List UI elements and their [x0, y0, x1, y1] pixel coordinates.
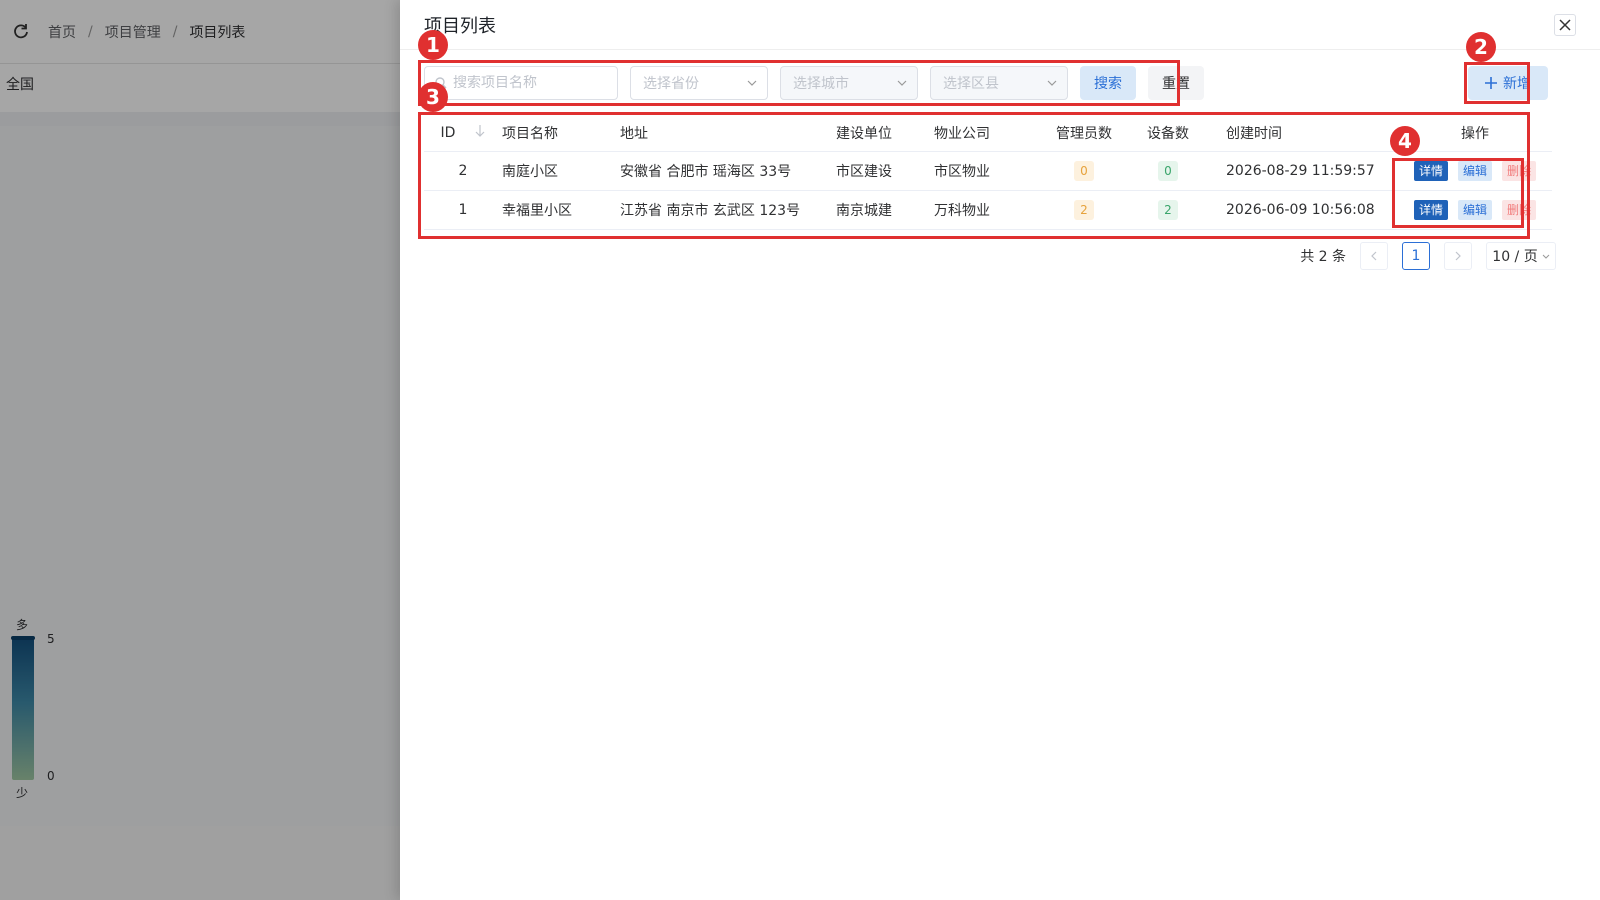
close-icon	[1559, 19, 1571, 31]
annotation-box-filters	[418, 60, 1180, 106]
annotation-marker: 3	[418, 82, 448, 112]
annotation-box-ops	[1392, 158, 1524, 228]
chevron-left-icon	[1371, 251, 1377, 261]
annotation-marker: 4	[1390, 126, 1420, 156]
next-page-button[interactable]	[1444, 242, 1472, 270]
annotation-marker: 1	[418, 30, 448, 60]
page-size-label: 10 / 页	[1492, 249, 1538, 265]
pagination: 共 2 条 1 10 / 页	[1300, 242, 1556, 270]
drawer-header: 项目列表	[400, 0, 1600, 50]
chevron-down-icon	[1542, 254, 1550, 259]
prev-page-button[interactable]	[1360, 242, 1388, 270]
chevron-right-icon	[1455, 251, 1461, 261]
page-size-select[interactable]: 10 / 页	[1486, 242, 1556, 270]
total-count: 共 2 条	[1300, 249, 1346, 265]
project-list-drawer: 项目列表 选择省份 选择城市 选择区县 搜索 重置 新增 ID 项目名	[400, 0, 1600, 900]
close-button[interactable]	[1554, 14, 1576, 36]
annotation-box-table	[418, 112, 1530, 239]
page-number[interactable]: 1	[1402, 242, 1430, 270]
annotation-marker: 2	[1466, 32, 1496, 62]
annotation-box-add	[1464, 62, 1530, 104]
